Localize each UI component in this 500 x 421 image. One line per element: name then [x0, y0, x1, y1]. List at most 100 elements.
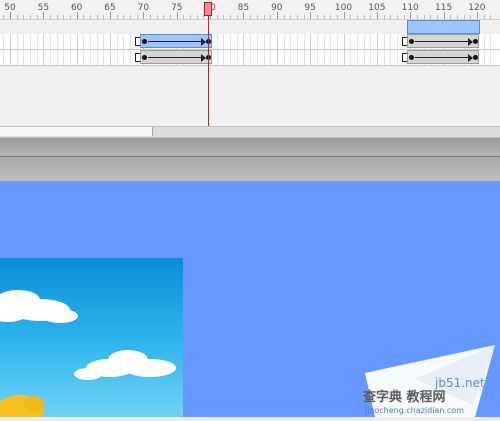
playhead-line [208, 8, 209, 126]
ruler-label: 120 [468, 3, 486, 13]
frame-cell-divider [10, 50, 11, 65]
watermark: jb51.net 查字典 教程网 jiaocheng.chazidian.com [355, 345, 500, 417]
ruler-tick [163, 15, 165, 19]
frame-cell-divider [30, 34, 31, 49]
frame-cell-divider [330, 34, 332, 49]
frame-cell-divider [63, 50, 65, 65]
frame-cell-divider [116, 50, 118, 65]
frame-cell-divider [63, 34, 65, 49]
ruler-tick [476, 12, 478, 19]
frame-cell-divider [103, 34, 105, 49]
scrollbar-thumb[interactable] [0, 127, 153, 136]
ruler-tick [470, 15, 472, 19]
frame-cell-divider [336, 34, 338, 49]
sky-cartoon-image[interactable] [0, 258, 183, 417]
frame-cell-divider [36, 50, 38, 65]
frame-cell-divider [96, 50, 98, 65]
frame-cell-divider [96, 34, 98, 49]
frame-cell-divider [16, 50, 18, 65]
ruler-tick [330, 15, 332, 19]
ruler-tick [196, 15, 198, 19]
frame-cell-divider [330, 50, 332, 65]
frame-cell-divider [90, 50, 91, 65]
ruler-tick [30, 15, 31, 19]
frame-cell-divider [123, 50, 125, 65]
ruler-tick [383, 15, 385, 19]
ruler-tick [190, 15, 192, 19]
frame-cell-divider [16, 34, 18, 49]
frame-cell-divider [363, 50, 365, 65]
ruler-tick [390, 15, 392, 19]
ruler-tick [116, 15, 118, 19]
frame-cell-divider [350, 34, 352, 49]
ruler-tick [363, 15, 365, 19]
frame-cell-divider [383, 34, 385, 49]
ruler-tick [176, 12, 178, 19]
ruler-tick [483, 15, 485, 19]
ruler-tick [316, 15, 318, 19]
frame-cell-divider [223, 50, 225, 65]
ruler-label: 90 [271, 3, 283, 13]
ruler-tick [283, 15, 285, 19]
ruler-tick [90, 15, 91, 19]
ruler-tick [76, 12, 78, 19]
watermark-site: jb51.net [434, 376, 485, 390]
frame-cell-divider [390, 34, 392, 49]
frame-cell-divider [323, 50, 325, 65]
ruler-tick [456, 15, 458, 19]
frame-cell-divider [230, 50, 232, 65]
frame-cell-divider [283, 50, 285, 65]
playhead-handle[interactable] [204, 2, 212, 16]
ruler-tick [323, 15, 325, 19]
frame-cell-divider [376, 50, 378, 65]
ruler-tick [376, 12, 378, 19]
ruler-tick [450, 15, 452, 19]
frame-cell-divider [263, 34, 265, 49]
ruler-tick [410, 12, 412, 19]
ruler-label: 95 [304, 3, 316, 13]
frame-cell-divider [490, 34, 492, 49]
ruler-label: 105 [368, 3, 386, 13]
ruler-tick [110, 12, 111, 19]
ruler-tick [63, 15, 65, 19]
ruler-tick [23, 15, 25, 19]
ruler-tick [103, 15, 105, 19]
ruler-label: 75 [171, 3, 183, 13]
ruler-tick [250, 15, 252, 19]
keyframe-end[interactable] [472, 55, 478, 60]
frame-cell-divider [130, 50, 132, 65]
frame-cell-divider [256, 34, 258, 49]
ruler-tick [423, 15, 425, 19]
ruler-tick [123, 15, 125, 19]
watermark-title: 查字典 教程网 [362, 389, 446, 405]
ruler-tick [356, 15, 358, 19]
frame-cell-divider [256, 50, 258, 65]
panel-divider[interactable] [0, 138, 500, 157]
frame-cell-divider [76, 34, 78, 49]
ruler-tick [336, 15, 338, 19]
ruler-tick [10, 12, 11, 19]
frame-cell-divider [23, 50, 25, 65]
frame-cell-divider [250, 50, 252, 65]
frame-cell-divider [43, 34, 45, 49]
keyframe-end[interactable] [472, 39, 478, 44]
tween-arrow-line [415, 41, 469, 42]
frame-cell-divider [236, 50, 238, 65]
frame-cell-divider [270, 50, 272, 65]
frame-cell-divider [323, 34, 325, 49]
ruler-tick [490, 15, 492, 19]
timeline-ruler[interactable]: 50556065707580859095100105110115120 [0, 0, 500, 20]
ruler-tick [136, 15, 138, 19]
frame-cell-divider [283, 34, 285, 49]
layer-row-2[interactable] [0, 50, 500, 66]
frame-cell-divider [250, 34, 252, 49]
frame-cell-divider [50, 34, 51, 49]
watermark-url: jiaocheng.chazidian.com [364, 406, 464, 415]
ruler-label: 70 [137, 3, 150, 13]
frame-cell-divider [56, 50, 58, 65]
ruler-label: 85 [237, 3, 250, 13]
frame-cell-divider [103, 50, 105, 65]
layer-row-1[interactable] [0, 34, 500, 50]
selected-frames-block[interactable] [407, 20, 480, 34]
ruler-tick [263, 15, 265, 19]
